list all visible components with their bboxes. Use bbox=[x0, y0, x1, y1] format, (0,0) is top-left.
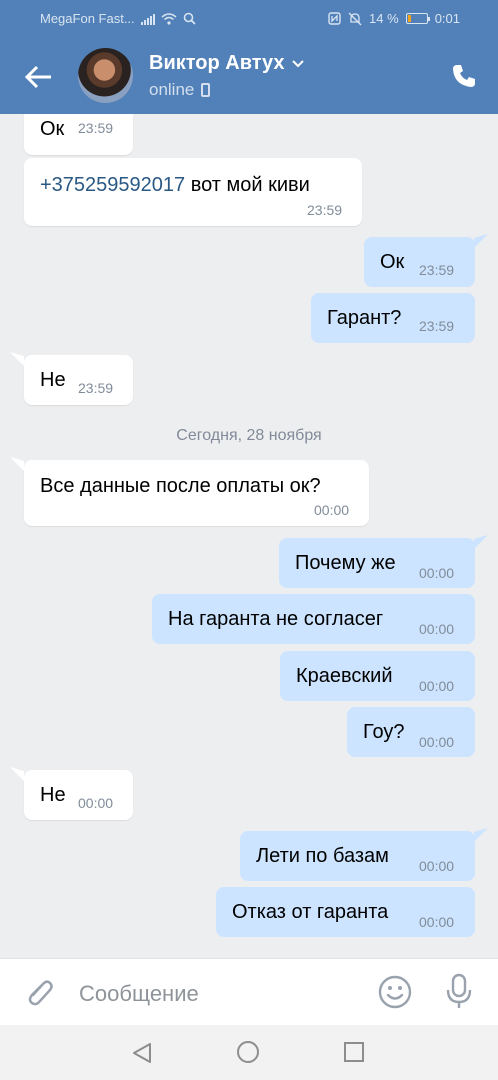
message-list[interactable]: Ок 23:59 +375259592017 вот мой киви 23:5… bbox=[0, 114, 498, 958]
signal-icon bbox=[140, 13, 155, 25]
chevron-down-icon bbox=[291, 59, 304, 67]
nav-home-icon[interactable] bbox=[237, 1041, 259, 1063]
date-separator: Сегодня, 28 ноября bbox=[176, 427, 322, 444]
message-time: 23:59 bbox=[78, 380, 114, 396]
message-time: 23:59 bbox=[78, 120, 114, 136]
message-outgoing[interactable]: Лети по базам 00:00 bbox=[240, 831, 475, 881]
message-input[interactable]: Сообщение bbox=[79, 981, 199, 1007]
message-text: Краевский bbox=[296, 665, 393, 687]
message-outgoing[interactable]: На гаранта не согласег 00:00 bbox=[152, 594, 475, 644]
message-composer: Сообщение bbox=[0, 958, 498, 1025]
message-text: +375259592017 вот мой киви bbox=[40, 174, 310, 197]
back-arrow-icon[interactable] bbox=[22, 60, 56, 94]
chat-header: Виктор Автух online bbox=[0, 38, 498, 114]
bubble-tail bbox=[10, 457, 24, 471]
message-text: Все данные после оплаты ок? bbox=[40, 475, 321, 497]
message-time: 00:00 bbox=[419, 678, 455, 694]
message-text: Не bbox=[40, 369, 66, 391]
microphone-icon[interactable] bbox=[444, 973, 474, 1011]
contact-status: online bbox=[149, 80, 211, 100]
message-time: 00:00 bbox=[419, 914, 455, 930]
bubble-tail bbox=[474, 828, 488, 842]
message-time: 00:00 bbox=[419, 565, 455, 581]
message-time: 00:00 bbox=[314, 502, 350, 518]
message-outgoing[interactable]: Отказ от гаранта 00:00 bbox=[216, 887, 475, 937]
bubble-tail bbox=[10, 767, 24, 781]
message-text: На гаранта не согласег bbox=[168, 608, 384, 630]
message-time: 23:59 bbox=[419, 318, 455, 334]
message-outgoing[interactable]: Почему же 00:00 bbox=[279, 538, 475, 588]
message-outgoing[interactable]: Гоу? 00:00 bbox=[347, 707, 475, 757]
nav-recents-icon[interactable] bbox=[344, 1042, 364, 1062]
nav-back-icon[interactable] bbox=[131, 1042, 153, 1064]
message-text: Ок bbox=[380, 251, 405, 273]
message-incoming[interactable]: Ок 23:59 bbox=[24, 114, 133, 155]
message-incoming[interactable]: Не 00:00 bbox=[24, 770, 133, 820]
message-incoming[interactable]: Все данные после оплаты ок? 00:00 bbox=[24, 460, 369, 526]
message-time: 00:00 bbox=[78, 795, 114, 811]
message-text: Ок bbox=[40, 118, 65, 140]
bubble-tail bbox=[474, 234, 488, 248]
message-text-rest: вот мой киви bbox=[185, 174, 310, 196]
message-incoming[interactable]: +375259592017 вот мой киви 23:59 bbox=[24, 158, 362, 226]
carrier-name: MegaFon Fast... bbox=[40, 11, 135, 26]
nfc-icon bbox=[328, 12, 341, 25]
message-outgoing[interactable]: Гарант? 23:59 bbox=[311, 293, 475, 343]
message-outgoing[interactable]: Ок 23:59 bbox=[364, 237, 475, 287]
mute-icon bbox=[348, 12, 362, 25]
contact-name: Виктор Автух bbox=[149, 52, 285, 74]
message-time: 00:00 bbox=[419, 858, 455, 874]
phone-call-icon[interactable] bbox=[450, 62, 478, 90]
emoji-icon[interactable] bbox=[378, 975, 412, 1009]
contact-name-button[interactable]: Виктор Автух bbox=[149, 52, 305, 75]
message-outgoing[interactable]: Краевский 00:00 bbox=[280, 651, 475, 701]
status-bar: MegaFon Fast... 14 % 0:01 bbox=[0, 0, 498, 38]
message-time: 00:00 bbox=[419, 734, 455, 750]
battery-icon bbox=[405, 13, 430, 24]
message-time: 23:59 bbox=[307, 202, 343, 218]
message-text: Гарант? bbox=[327, 307, 402, 329]
message-text: Лети по базам bbox=[256, 845, 389, 867]
message-time: 00:00 bbox=[419, 621, 455, 637]
attachment-icon[interactable] bbox=[22, 975, 56, 1009]
message-text: Гоу? bbox=[363, 721, 405, 743]
phone-number-link[interactable]: +375259592017 bbox=[40, 174, 185, 196]
message-text: Почему же bbox=[295, 552, 396, 574]
message-text: Отказ от гаранта bbox=[232, 901, 389, 923]
battery-percent: 14 % bbox=[369, 11, 399, 26]
bubble-tail bbox=[474, 535, 488, 549]
avatar[interactable] bbox=[78, 48, 133, 103]
message-text: Не bbox=[40, 784, 66, 806]
bubble-tail bbox=[10, 352, 24, 366]
status-text: online bbox=[149, 80, 195, 99]
system-nav-bar bbox=[0, 1025, 498, 1080]
mobile-device-icon bbox=[201, 83, 211, 97]
wifi-icon bbox=[161, 12, 177, 25]
message-incoming[interactable]: Не 23:59 bbox=[24, 355, 133, 405]
search-icon bbox=[183, 12, 196, 25]
clock: 0:01 bbox=[434, 11, 460, 26]
message-time: 23:59 bbox=[419, 262, 455, 278]
